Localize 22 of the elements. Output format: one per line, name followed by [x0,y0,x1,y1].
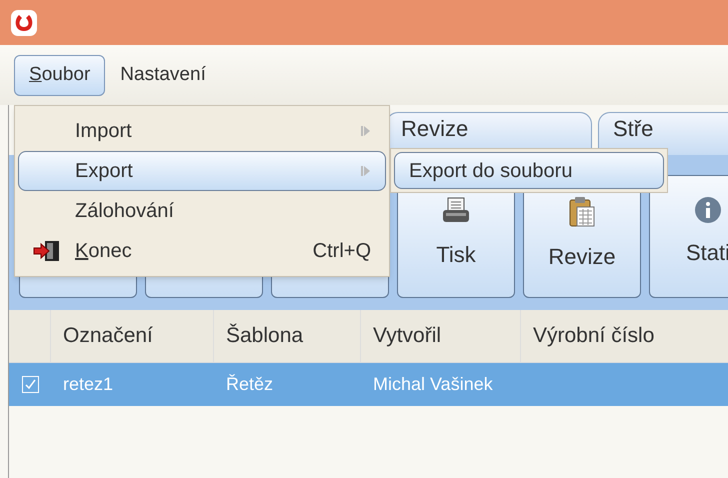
menu-item[interactable]: Zálohování [18,191,386,231]
column-header[interactable]: Vytvořil [361,310,521,362]
menu-item[interactable]: Export do souboru [394,152,664,189]
table-cell-text: Řetěz [225,373,274,396]
menu-item[interactable]: Import [18,111,386,151]
exit-door-icon [32,240,62,262]
app-logo-icon [10,8,38,36]
table-cell-text: Michal Vašinek [372,373,494,396]
menu-item[interactable]: Export [18,151,386,191]
column-header[interactable]: Výrobní číslo [521,310,728,362]
column-header[interactable]: Šablona [214,310,361,362]
menu-item[interactable]: Nastavení [113,54,213,96]
menu-item[interactable]: Soubor [14,54,106,96]
menu-item[interactable]: Konec Ctrl+Q [18,231,386,271]
info-icon [694,196,722,224]
submenu-arrow-icon [361,125,371,137]
clipboard-icon [568,196,596,228]
table-cell-text: retez1 [62,373,114,396]
column-header[interactable]: Označení [51,310,214,362]
submenu-arrow-icon [361,165,371,177]
checkbox[interactable] [22,376,38,393]
tab[interactable]: Stře [598,112,728,155]
